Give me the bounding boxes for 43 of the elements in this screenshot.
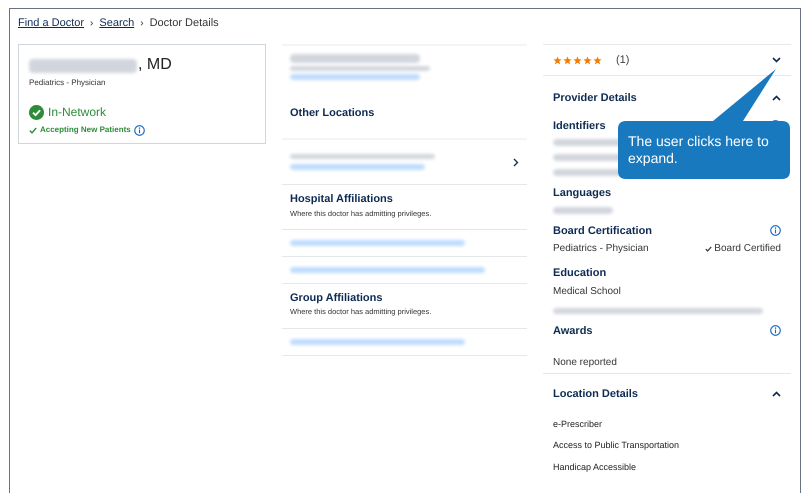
section-heading: Location Details xyxy=(553,387,638,402)
info-icon[interactable] xyxy=(770,325,781,336)
star-icon xyxy=(583,56,592,64)
breadcrumb-link[interactable]: Search xyxy=(99,14,134,32)
chevron-right-icon[interactable] xyxy=(513,158,519,166)
detail-heading: Education xyxy=(553,266,606,281)
location-feature: Handicap Accessible xyxy=(553,460,638,474)
star-icon xyxy=(573,56,582,64)
section-heading: Group Affiliations xyxy=(290,290,384,306)
section-heading: Other Locations xyxy=(290,107,374,119)
breadcrumb-current: Doctor Details xyxy=(150,16,219,31)
network-status: In-Network xyxy=(48,104,106,121)
star-icon xyxy=(593,56,602,64)
location-feature: Access to Public Transportation xyxy=(553,439,680,452)
star-icon xyxy=(553,56,562,64)
section-heading: Provider Details xyxy=(553,91,637,106)
specialty-text: Pediatrics - Physician xyxy=(29,77,106,89)
detail-heading: Awards xyxy=(553,324,593,338)
accepting-patients-text: Accepting New Patients xyxy=(40,124,131,136)
check-icon xyxy=(705,246,712,252)
check-circle-icon xyxy=(29,104,44,120)
star-icon xyxy=(563,56,572,64)
detail-heading: Board Certification xyxy=(553,224,652,238)
chevron-up-icon[interactable] xyxy=(772,391,781,398)
breadcrumb-separator: › xyxy=(140,16,144,30)
chevron-down-icon[interactable] xyxy=(772,57,781,63)
section-heading: Hospital Affiliations xyxy=(290,192,394,207)
review-count: (1) xyxy=(616,52,630,68)
info-icon[interactable] xyxy=(134,124,145,136)
doctor-credential: , MD xyxy=(138,57,172,73)
certification-label: Board Certified xyxy=(714,242,781,256)
location-feature: e-Prescriber xyxy=(553,418,604,430)
chevron-up-icon[interactable] xyxy=(772,95,781,102)
detail-heading: Languages xyxy=(553,186,612,201)
breadcrumb-separator: › xyxy=(90,16,94,30)
check-icon xyxy=(29,126,37,134)
breadcrumb-link[interactable]: Find a Doctor xyxy=(18,14,84,32)
detail-value: Pediatrics - Physician xyxy=(553,242,649,256)
detail-value: Medical School xyxy=(553,284,622,298)
info-icon[interactable] xyxy=(770,225,781,236)
detail-heading: Identifiers xyxy=(553,118,606,134)
detail-value: None reported xyxy=(553,356,618,370)
blurred-text xyxy=(553,206,613,214)
